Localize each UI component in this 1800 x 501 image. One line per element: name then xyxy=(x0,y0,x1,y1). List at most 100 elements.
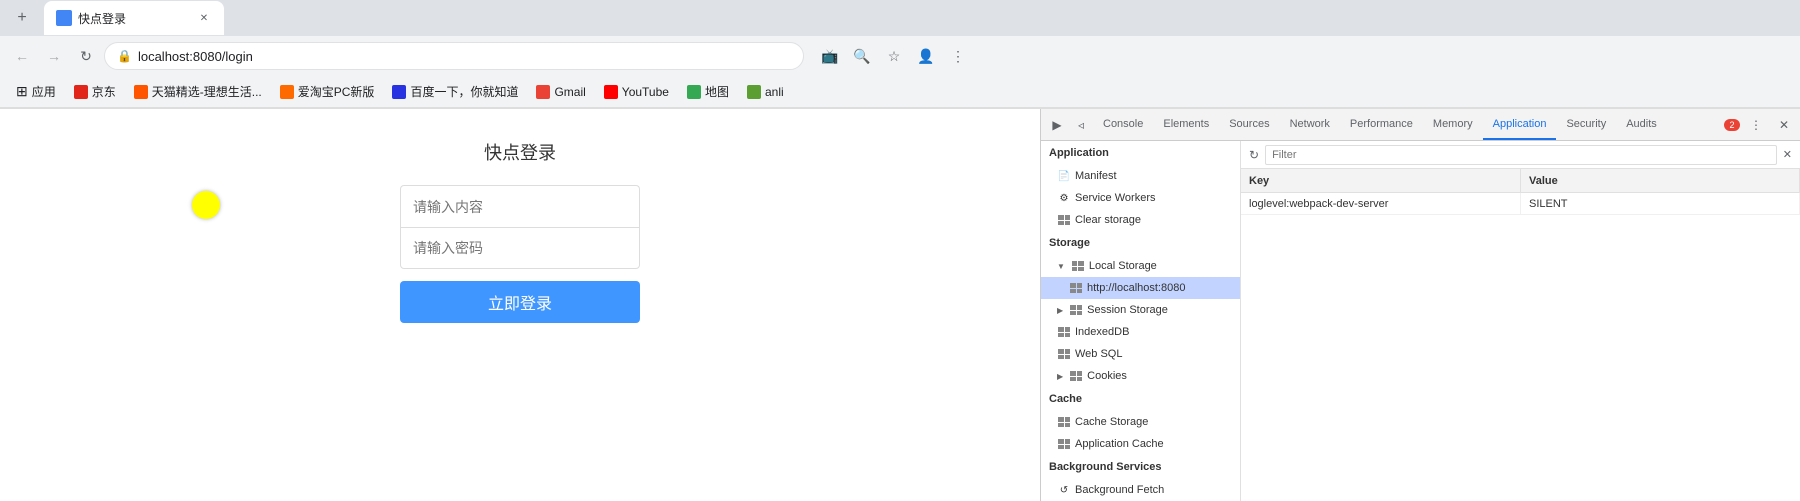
bookmark-baidu-label: 百度一下，你就知道 xyxy=(410,83,518,100)
tab-close-button[interactable]: ✕ xyxy=(196,10,212,26)
profile-button[interactable]: 👤 xyxy=(912,42,940,70)
bookmark-gmail[interactable]: Gmail xyxy=(528,80,593,104)
sidebar-item-background-fetch-label: Background Fetch xyxy=(1075,484,1164,496)
sidebar-item-manifest[interactable]: 📄 Manifest xyxy=(1041,165,1240,187)
expand-arrow-cookies: ▶ xyxy=(1057,372,1063,381)
tab-title: 快点登录 xyxy=(78,10,126,27)
username-input[interactable] xyxy=(400,185,640,227)
bookmark-tianmao[interactable]: 天猫精选-理想生活... xyxy=(126,80,270,104)
bookmarks-bar: ⊞ 应用 京东 天猫精选-理想生活... 爱淘宝PC新版 百度一下，你就知道 G… xyxy=(0,76,1800,108)
main-area: 快点登录 立即登录 ▶ ◃ Console Elements Sources N… xyxy=(0,109,1800,501)
tab-sources-label: Sources xyxy=(1229,118,1269,130)
table-cell-value: SILENT xyxy=(1521,193,1800,214)
filter-input[interactable] xyxy=(1265,145,1777,165)
sidebar-item-local-storage-host-label: http://localhost:8080 xyxy=(1087,282,1185,294)
tab-elements[interactable]: Elements xyxy=(1153,109,1219,140)
maps-favicon xyxy=(687,85,701,99)
session-storage-icon xyxy=(1069,303,1083,317)
sidebar-item-clear-storage[interactable]: Clear storage xyxy=(1041,209,1240,231)
bookmark-gmail-label: Gmail xyxy=(554,85,585,99)
tab-sources[interactable]: Sources xyxy=(1219,109,1279,140)
value-column-header: Value xyxy=(1521,169,1800,192)
refresh-button[interactable]: ↻ xyxy=(1249,148,1259,162)
bookmark-button[interactable]: ☆ xyxy=(880,42,908,70)
login-title: 快点登录 xyxy=(484,139,556,165)
bookmark-apps[interactable]: ⊞ 应用 xyxy=(8,80,64,104)
sidebar-item-session-storage[interactable]: ▶ Session Storage xyxy=(1041,299,1240,321)
cast-button[interactable]: 📺 xyxy=(816,42,844,70)
sidebar-item-indexeddb[interactable]: IndexedDB xyxy=(1041,321,1240,343)
bookmark-anli[interactable]: anli xyxy=(739,80,792,104)
tab-audits[interactable]: Audits xyxy=(1616,109,1667,140)
login-button[interactable]: 立即登录 xyxy=(400,281,640,323)
tab-security[interactable]: Security xyxy=(1556,109,1616,140)
manifest-icon: 📄 xyxy=(1057,169,1071,183)
password-input[interactable] xyxy=(400,227,640,269)
error-badge: 2 xyxy=(1724,119,1740,131)
clear-storage-icon xyxy=(1057,213,1071,227)
cursor-indicator xyxy=(192,191,220,219)
sidebar-item-application-cache[interactable]: Application Cache xyxy=(1041,433,1240,455)
sidebar-item-service-workers-label: Service Workers xyxy=(1075,192,1155,204)
back-button[interactable]: ← xyxy=(8,42,36,70)
clear-filter-button[interactable]: ✕ xyxy=(1783,148,1792,161)
devtools-tab-bar: ▶ ◃ Console Elements Sources Network Per… xyxy=(1041,109,1800,141)
tab-favicon xyxy=(56,10,72,26)
sidebar-item-web-sql[interactable]: Web SQL xyxy=(1041,343,1240,365)
table-cell-key: loglevel:webpack-dev-server xyxy=(1241,193,1521,214)
browser-chrome: + 快点登录 ✕ ← → ↻ 🔒 localhost:8080/login 📺 … xyxy=(0,0,1800,109)
application-cache-icon xyxy=(1057,437,1071,451)
tab-performance-label: Performance xyxy=(1350,118,1413,130)
sidebar-item-session-storage-label: Session Storage xyxy=(1087,304,1168,316)
tab-security-label: Security xyxy=(1566,118,1606,130)
bookmark-maps[interactable]: 地图 xyxy=(679,80,737,104)
tab-bar: + 快点登录 ✕ xyxy=(0,0,1800,36)
devtools-inspect-button[interactable]: ▶ xyxy=(1045,113,1069,137)
devtools-tab-actions: 2 ⋮ ✕ xyxy=(1724,113,1796,137)
address-bar: ← → ↻ 🔒 localhost:8080/login 📺 🔍 ☆ 👤 ⋮ xyxy=(0,36,1800,76)
jd-favicon xyxy=(74,85,88,99)
web-sql-icon xyxy=(1057,347,1071,361)
menu-button[interactable]: ⋮ xyxy=(944,42,972,70)
sidebar-item-local-storage[interactable]: ▼ Local Storage xyxy=(1041,255,1240,277)
bookmark-anli-label: anli xyxy=(765,85,784,99)
new-tab-button[interactable]: + xyxy=(8,4,36,32)
sidebar-item-local-storage-host[interactable]: http://localhost:8080 xyxy=(1041,277,1240,299)
zoom-button[interactable]: 🔍 xyxy=(848,42,876,70)
tab-network[interactable]: Network xyxy=(1280,109,1340,140)
tab-console[interactable]: Console xyxy=(1093,109,1153,140)
bookmark-tianmao-label: 天猫精选-理想生活... xyxy=(152,83,262,100)
sidebar-section-background-services: Background Services xyxy=(1041,455,1240,479)
devtools-close-button[interactable]: ✕ xyxy=(1772,113,1796,137)
sidebar-item-cookies[interactable]: ▶ Cookies xyxy=(1041,365,1240,387)
tab-memory[interactable]: Memory xyxy=(1423,109,1483,140)
devtools-more-button[interactable]: ⋮ xyxy=(1744,113,1768,137)
browser-tab[interactable]: 快点登录 ✕ xyxy=(44,1,224,35)
url-bar[interactable]: 🔒 localhost:8080/login xyxy=(104,42,804,70)
sidebar-item-cookies-label: Cookies xyxy=(1087,370,1127,382)
reload-button[interactable]: ↻ xyxy=(72,42,100,70)
bookmark-youtube[interactable]: YouTube xyxy=(596,80,677,104)
tianmao-favicon xyxy=(134,85,148,99)
sidebar-item-application-cache-label: Application Cache xyxy=(1075,438,1164,450)
bookmark-aitaobao-label: 爱淘宝PC新版 xyxy=(298,83,375,100)
indexeddb-icon xyxy=(1057,325,1071,339)
lock-icon: 🔒 xyxy=(117,49,132,63)
sidebar-item-cache-storage[interactable]: Cache Storage xyxy=(1041,411,1240,433)
bookmark-jd-label: 京东 xyxy=(92,83,116,100)
devtools-filter-bar: ↻ ✕ xyxy=(1241,141,1800,169)
tab-application[interactable]: Application xyxy=(1483,109,1557,140)
sidebar-item-background-fetch[interactable]: ↺ Background Fetch xyxy=(1041,479,1240,501)
cache-storage-icon xyxy=(1057,415,1071,429)
bookmark-aitaobao[interactable]: 爱淘宝PC新版 xyxy=(272,80,383,104)
devtools-device-button[interactable]: ◃ xyxy=(1069,113,1093,137)
apps-icon: ⊞ xyxy=(16,83,28,100)
table-row[interactable]: loglevel:webpack-dev-server SILENT xyxy=(1241,193,1800,215)
gear-icon xyxy=(1057,191,1071,205)
tab-performance[interactable]: Performance xyxy=(1340,109,1423,140)
devtools-body: Application 📄 Manifest Service Workers C… xyxy=(1041,141,1800,501)
bookmark-jd[interactable]: 京东 xyxy=(66,80,124,104)
sidebar-item-service-workers[interactable]: Service Workers xyxy=(1041,187,1240,209)
forward-button[interactable]: → xyxy=(40,42,68,70)
bookmark-baidu[interactable]: 百度一下，你就知道 xyxy=(384,80,526,104)
